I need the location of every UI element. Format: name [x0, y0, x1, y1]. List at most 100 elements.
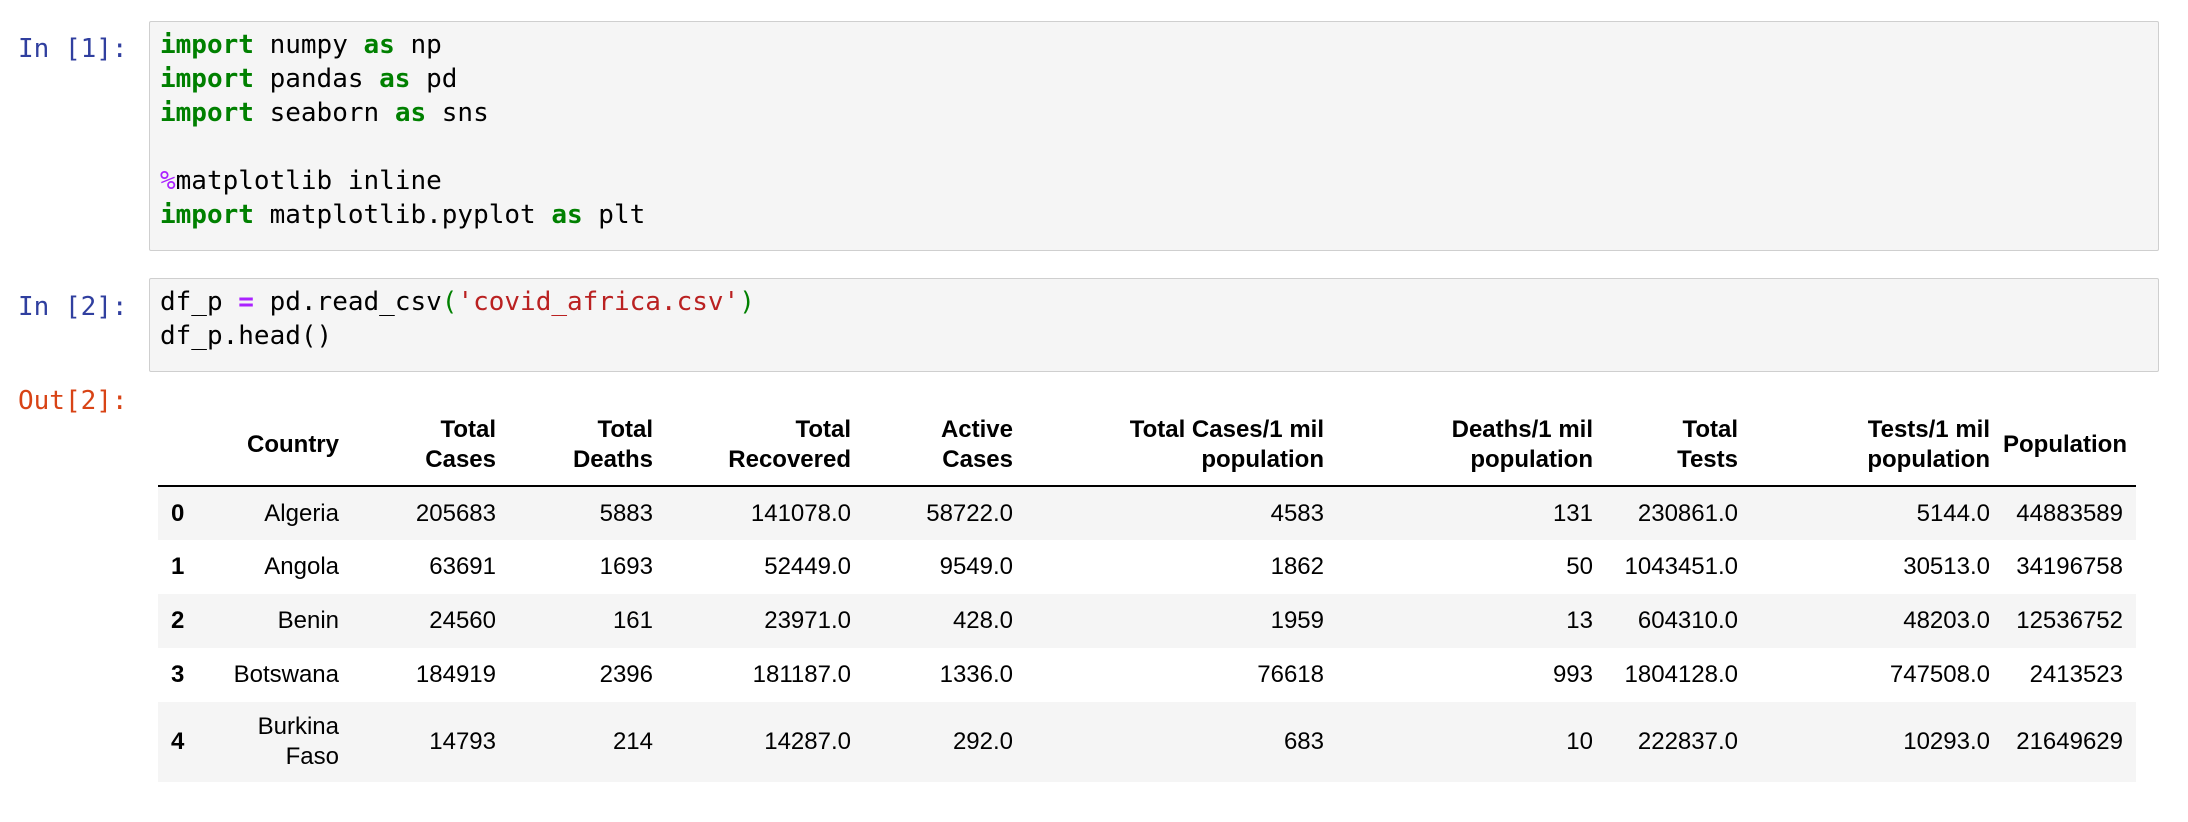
cell-text: Benin — [277, 607, 339, 634]
table-cell: 184919 — [415, 661, 496, 688]
code-token: import — [160, 64, 254, 94]
table-cell: 14287.0 — [764, 728, 851, 755]
table-cell: 2396 — [599, 661, 653, 688]
table-cell: 5144.0 — [1916, 499, 1990, 527]
table-cell: 10293.0 — [1903, 728, 1990, 755]
table-cell: 10 — [1566, 728, 1593, 755]
cell-text: Total — [1682, 416, 1738, 443]
table-cell: Benin — [220, 594, 352, 648]
code-token: as — [363, 30, 395, 60]
row-index: 2 — [171, 607, 185, 634]
table-cell: 222837.0 — [1637, 728, 1738, 755]
row-index: 3 — [171, 661, 185, 688]
index-header — [158, 405, 220, 487]
table-cell: 52449.0 — [764, 553, 851, 580]
code-line: %matplotlib inline — [160, 164, 2148, 198]
column-header: Total Cases — [352, 405, 509, 487]
table-cell: 12536752 — [2016, 607, 2123, 634]
table-cell: 141078.0 — [750, 499, 851, 527]
row-index: 4 — [171, 728, 185, 755]
table-cell: 1043451.0 — [1624, 553, 1738, 580]
cell-text: population — [1201, 446, 1324, 473]
cell-text: Recovered — [728, 446, 851, 473]
code-cell-2[interactable]: df_p = pd.read_csv('covid_africa.csv') df… — [149, 278, 2159, 372]
column-header: Tests/1 mil population — [1751, 405, 2003, 487]
table-cell: 2413523 — [2029, 661, 2123, 688]
table-header-row: Country Total Cases Total Deaths Total Recover… — [158, 405, 2136, 487]
code-token: import — [160, 30, 254, 60]
code-token: as — [379, 64, 411, 94]
code-token: = — [238, 287, 254, 317]
cell-text: Total — [597, 416, 653, 443]
cell-text: Botswana — [233, 661, 339, 688]
table-cell: 1804128.0 — [1624, 661, 1738, 688]
code-line: df_p = pd.read_csv('covid_africa.csv') — [160, 285, 2148, 319]
cell-text: Cases — [942, 446, 1013, 473]
table-cell: 13 — [1566, 607, 1593, 634]
table-cell: 4583 — [1270, 499, 1324, 527]
code-token: as — [551, 200, 583, 230]
code-token: pandas — [253, 64, 380, 94]
table-cell: Botswana — [220, 648, 352, 702]
code-token: matplotlib inline — [175, 166, 442, 196]
cell-text: population — [1470, 446, 1593, 473]
code-token: numpy — [253, 30, 364, 60]
code-cell-1[interactable]: import numpy as np import pandas as pd imp… — [149, 21, 2159, 251]
output-prompt: Out[2]: — [18, 386, 128, 416]
table-cell: 747508.0 — [1889, 661, 1990, 688]
code-token: df_p.head() — [160, 321, 333, 351]
cell-text: Angola — [264, 553, 339, 580]
table-cell: 14793 — [429, 728, 496, 755]
table-cell: 23971.0 — [764, 607, 851, 634]
table-cell: 1336.0 — [939, 661, 1013, 688]
code-token: as — [394, 98, 427, 128]
table-row: 4 Burkina Faso 14793 214 14287.0 292.0 683 10 222… — [158, 702, 2136, 782]
code-token: seaborn — [253, 98, 395, 128]
column-header: Total Cases/1 mil population — [1026, 405, 1337, 487]
cell-text: Tests — [1677, 446, 1738, 473]
table-cell: Burkina Faso — [220, 702, 352, 782]
table-cell: 1862 — [1270, 553, 1324, 580]
row-index: 0 — [171, 499, 185, 527]
table-cell: 205683 — [415, 499, 496, 527]
table-cell: 58722.0 — [926, 499, 1013, 527]
table-cell: 1693 — [599, 553, 653, 580]
table-cell: 44883589 — [2016, 499, 2123, 527]
table-cell: 1959 — [1270, 607, 1324, 634]
cell-text: population — [1867, 446, 1990, 473]
cell-2-prompt: In [2]: — [18, 292, 128, 322]
code-token: % — [160, 166, 176, 196]
table-cell: Algeria — [220, 486, 352, 540]
table-cell: 9549.0 — [939, 553, 1013, 580]
cell-text: Deaths/1 mil — [1451, 416, 1593, 443]
column-header: Total Recovered — [666, 405, 864, 487]
table-cell: 48203.0 — [1903, 607, 1990, 634]
code-token: ( — [441, 287, 458, 317]
table-cell: 5883 — [599, 499, 653, 527]
table-cell: 428.0 — [952, 607, 1013, 634]
column-header: Total Tests — [1606, 405, 1751, 487]
cell-text: Deaths — [572, 446, 653, 473]
cell-text: Faso — [285, 743, 339, 770]
code-cell-2-source: df_p = pd.read_csv('covid_africa.csv') df… — [160, 285, 2148, 353]
cell-text: Total — [795, 416, 851, 443]
table-cell: 292.0 — [952, 728, 1013, 755]
row-index: 1 — [171, 553, 185, 580]
cell-text: Total — [440, 416, 496, 443]
column-header: Country — [220, 405, 352, 487]
cell-1-prompt: In [1]: — [18, 34, 128, 64]
code-cell-1-source: import numpy as np import pandas as pd imp… — [160, 28, 2148, 232]
table-cell: 50 — [1566, 553, 1593, 580]
cell-text: Active — [940, 416, 1013, 443]
table-cell: 161 — [612, 607, 653, 634]
table-cell: 230861.0 — [1637, 499, 1738, 527]
code-token: import — [160, 200, 254, 230]
cell-text: Tests/1 mil — [1867, 416, 1990, 443]
table-cell: 34196758 — [2016, 553, 2123, 580]
code-line: import seaborn as sns — [160, 96, 2148, 130]
cell-text: Country — [247, 431, 339, 458]
cell-text: Cases — [425, 446, 496, 473]
table-cell: 21649629 — [2016, 728, 2123, 755]
table-cell: 63691 — [429, 553, 496, 580]
